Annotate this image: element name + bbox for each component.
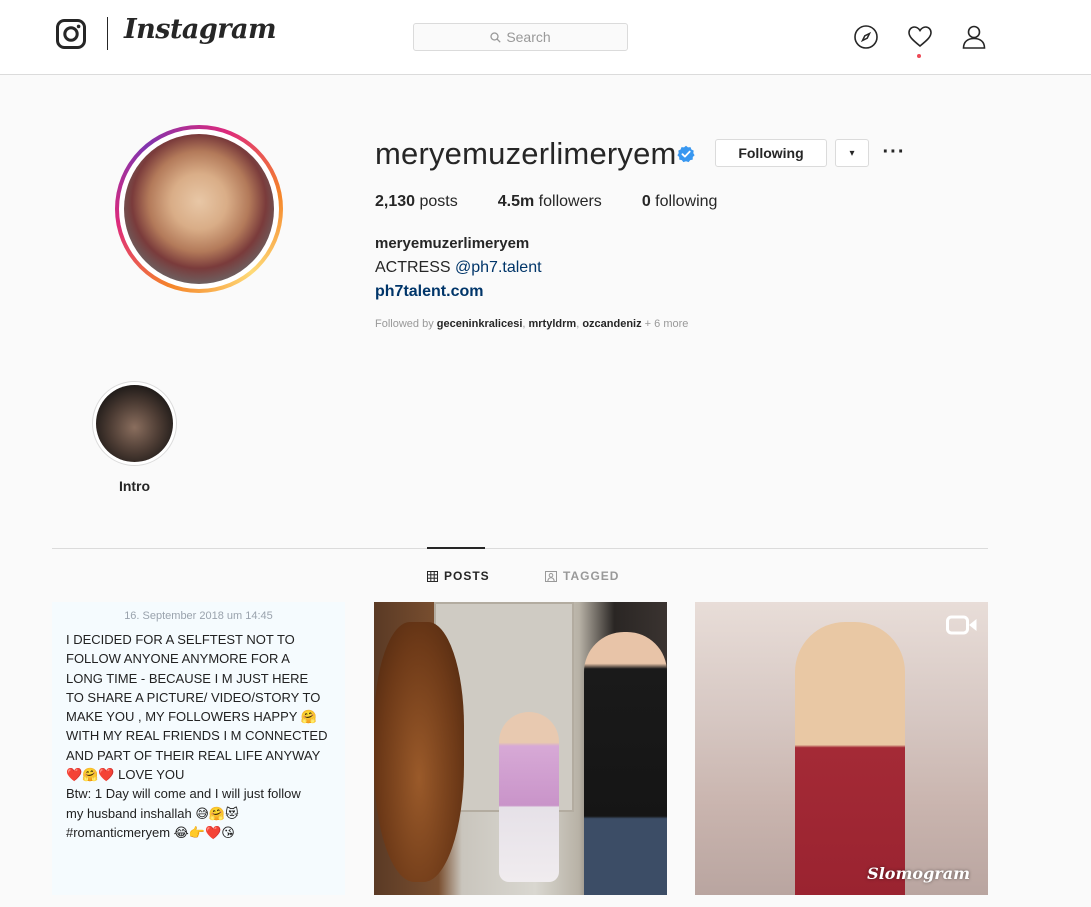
heart-icon[interactable] — [907, 24, 933, 50]
instagram-wordmark[interactable]: Instagram — [124, 14, 277, 45]
post-thumbnail-video[interactable]: Slomogram — [695, 602, 988, 895]
posts-stat: 2,130 posts — [375, 193, 458, 211]
instagram-glyph-icon[interactable] — [56, 19, 86, 49]
caption-line: TO SHARE A PICTURE/ VIDEO/STORY TO — [66, 689, 321, 705]
tabs-divider — [52, 548, 988, 549]
profile-stats: 2,130 posts 4.5m followers 0 following — [375, 193, 757, 211]
bio-mention-link[interactable]: @ph7.talent — [455, 259, 542, 276]
search-icon — [490, 31, 501, 43]
caption-line: MAKE YOU , MY FOLLOWERS HAPPY 🤗 — [66, 709, 317, 725]
profile-username: meryemuzerlimeryem — [375, 136, 677, 171]
photo-woman-shape — [584, 632, 667, 895]
tab-tagged-label: TAGGED — [563, 569, 620, 583]
post-thumbnail-photo[interactable] — [374, 602, 667, 895]
bio-text: ACTRESS @ph7.talent — [375, 259, 542, 277]
user-icon[interactable] — [961, 24, 987, 50]
post-caption-image-text: I DECIDED FOR A SELFTEST NOT TO FOLLOW A… — [66, 630, 338, 842]
active-tab-indicator — [427, 547, 485, 549]
highlight-cover — [96, 385, 173, 462]
followed-by-prefix: Followed by — [375, 318, 437, 330]
tagged-portrait-icon — [545, 570, 557, 582]
more-options-button[interactable]: ··· — [880, 140, 908, 164]
bio-prefix: ACTRESS — [375, 259, 456, 276]
video-camera-icon — [946, 615, 977, 635]
caption-line: AND PART OF THEIR REAL LIFE ANYWAY — [66, 747, 321, 763]
posts-label: posts — [419, 193, 458, 210]
followed-by-user[interactable]: geceninkralicesi — [437, 318, 523, 330]
tab-tagged[interactable]: TAGGED — [545, 569, 619, 583]
avatar-frame — [119, 129, 279, 289]
followers-stat[interactable]: 4.5m followers — [498, 193, 602, 211]
grid-icon — [427, 570, 438, 582]
profile-avatar-story-ring[interactable] — [115, 125, 283, 293]
more-dots-icon: ··· — [882, 140, 906, 163]
video-watermark: Slomogram — [867, 864, 970, 883]
suggestions-dropdown-button[interactable]: ▾ — [835, 139, 869, 167]
followed-by-user[interactable]: mrtyldrm — [529, 318, 577, 330]
following-count: 0 — [641, 193, 651, 210]
highlight-label: Intro — [118, 478, 151, 494]
compass-icon[interactable] — [853, 24, 879, 50]
caption-line: FOLLOW ANYONE ANYMORE FOR A — [66, 651, 290, 667]
video-figure-shape — [795, 622, 905, 895]
story-highlight-intro[interactable] — [92, 381, 177, 466]
following-label: following — [655, 193, 718, 210]
caption-line: ❤️🤗❤️ LOVE YOU — [66, 767, 185, 783]
photo-child-shape — [499, 712, 559, 882]
search-placeholder: Search — [506, 29, 551, 45]
tab-posts[interactable]: POSTS — [427, 569, 490, 583]
following-button[interactable]: Following — [715, 139, 827, 167]
bio-website-link[interactable]: ph7talent.com — [375, 283, 483, 301]
followers-count: 4.5m — [497, 193, 535, 210]
post-thumbnail-text[interactable]: 16. September 2018 um 14:45 I DECIDED FO… — [52, 602, 345, 895]
followed-by-more: + 6 more — [641, 318, 689, 330]
tab-posts-label: POSTS — [444, 569, 490, 583]
followed-by-user[interactable]: ozcandeniz — [582, 318, 641, 330]
search-input[interactable]: Search — [413, 23, 628, 51]
followers-label: followers — [538, 193, 602, 210]
caption-line: WITH MY REAL FRIENDS I M CONNECTED — [66, 728, 328, 744]
caption-line: Btw: 1 Day will come and I will just fol… — [66, 786, 301, 802]
notification-dot — [917, 54, 921, 58]
posts-count: 2,130 — [375, 193, 416, 210]
verified-badge-icon — [677, 145, 695, 163]
caption-line: LONG TIME - BECAUSE I M JUST HERE — [66, 670, 309, 686]
following-stat[interactable]: 0 following — [642, 193, 718, 211]
caption-line: I DECIDED FOR A SELFTEST NOT TO — [66, 632, 295, 647]
bio-full-name: meryemuzerlimeryem — [375, 235, 530, 252]
post-date-text: 16. September 2018 um 14:45 — [124, 610, 273, 622]
chevron-down-icon: ▾ — [849, 147, 855, 159]
avatar — [124, 134, 274, 284]
photo-double-bass-shape — [374, 622, 464, 882]
logo-divider — [107, 17, 108, 50]
caption-line: #romanticmeryem 😂👉❤️😘 — [66, 824, 235, 840]
top-navigation-bar: Instagram Search — [0, 0, 1091, 75]
followed-by-line[interactable]: Followed by geceninkralicesi, mrtyldrm, … — [375, 318, 688, 330]
caption-line: my husband inshallah 😅🤗😻 — [66, 805, 239, 821]
